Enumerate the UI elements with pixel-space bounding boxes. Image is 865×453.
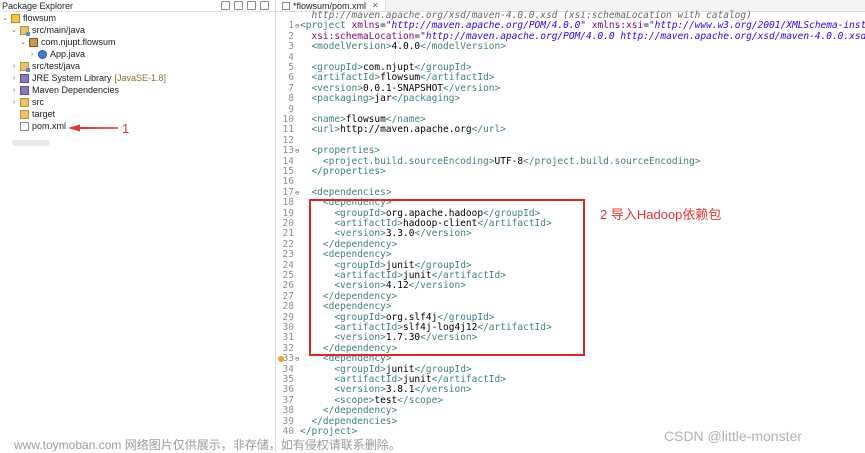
tree-item-label: src — [32, 97, 44, 107]
annotation-label-2: 2 导入Hadoop依赖包 — [600, 207, 722, 222]
chevron-down-icon[interactable]: ⌄ — [20, 38, 26, 46]
chevron-right-icon[interactable]: › — [29, 51, 35, 58]
link-editor-icon[interactable] — [234, 1, 243, 10]
chevron-right-icon[interactable]: › — [11, 99, 17, 106]
tree-item-label: src/test/java — [32, 61, 81, 71]
chevron-down-icon[interactable]: ⌄ — [2, 14, 8, 22]
package-explorer-tab[interactable]: Package Explorer — [0, 0, 275, 12]
tree-item[interactable]: ⌄ src/main/java — [11, 24, 85, 36]
code-line: <url>http://maven.apache.org</url> — [311, 124, 506, 136]
chevron-right-icon[interactable]: › — [11, 63, 17, 70]
project-icon — [11, 13, 20, 23]
fold-toggle-icon[interactable]: ⊖ — [295, 146, 299, 156]
annotation-label-1: 1 — [122, 121, 130, 136]
tree-item[interactable]: › App.java — [29, 48, 85, 60]
code-line: </properties> — [311, 166, 386, 177]
xml-file-icon — [282, 1, 290, 10]
tree-item-label: App.java — [50, 49, 86, 59]
view-menu-icon[interactable] — [247, 1, 256, 10]
tree-item-suffix: [JavaSE-1.8] — [114, 73, 167, 83]
panel-toolbar — [221, 1, 275, 10]
tree-item-label: pom.xml — [32, 121, 67, 131]
tree-item[interactable]: › JRE System Library [JavaSE-1.8] — [11, 72, 166, 84]
arrow-annotation-icon — [68, 124, 118, 132]
fold-toggle-icon[interactable]: ⊖ — [295, 21, 299, 31]
tree-item[interactable]: › src — [11, 96, 44, 108]
package-explorer-panel: Package Explorer ⌄ flowsum ⌄ src/main/java ⌄… — [0, 0, 276, 452]
folder-icon — [20, 97, 29, 107]
tree-item-label: flowsum — [23, 13, 57, 23]
close-icon[interactable]: ✕ — [372, 1, 379, 10]
highlight-box — [309, 199, 585, 356]
watermark: www.toymoban.com 网络图片仅供展示，非存储，如有侵权请联系删除。 — [14, 438, 401, 452]
author-signature: CSDN @little-monster — [664, 428, 802, 444]
tree-item[interactable]: › src/test/java — [11, 60, 80, 72]
tree-item[interactable]: pom.xml — [11, 120, 66, 132]
panel-title: Package Explorer — [2, 0, 74, 11]
tree-item-label: Maven Dependencies — [32, 85, 120, 95]
tree-item-label: JRE System Library — [32, 73, 112, 83]
fold-toggle-icon[interactable]: ⊖ — [295, 354, 299, 364]
code-line: <packaging>jar</packaging> — [311, 93, 461, 105]
package-icon — [29, 37, 38, 47]
tree-item-label: src/main/java — [32, 25, 86, 35]
tree-item[interactable]: target — [11, 108, 55, 120]
blurred-item — [12, 140, 50, 146]
java-file-icon — [38, 49, 47, 59]
chevron-right-icon[interactable]: › — [11, 87, 17, 94]
chevron-right-icon[interactable]: › — [11, 75, 17, 82]
minimize-icon[interactable] — [260, 1, 269, 10]
library-icon — [20, 73, 29, 83]
xml-file-icon — [20, 121, 29, 131]
editor-tab-label: *flowsum/pom.xml — [293, 0, 367, 11]
tree-item-label: target — [32, 109, 56, 119]
tree-item[interactable]: ⌄ flowsum — [2, 12, 56, 24]
source-folder-icon — [20, 25, 30, 36]
library-icon — [20, 85, 29, 95]
source-folder-icon — [20, 61, 30, 72]
folder-icon — [20, 109, 29, 119]
tree-item[interactable]: › Maven Dependencies — [11, 84, 119, 96]
chevron-down-icon[interactable]: ⌄ — [11, 26, 17, 34]
collapse-all-icon[interactable] — [221, 1, 230, 10]
tree-item[interactable]: ⌄ com.njupt.flowsum — [20, 36, 116, 48]
fold-toggle-icon[interactable]: ⊖ — [295, 188, 299, 198]
code-line: <modelVersion>4.0.0</modelVersion> — [311, 41, 506, 53]
tree-item-label: com.njupt.flowsum — [41, 37, 116, 47]
